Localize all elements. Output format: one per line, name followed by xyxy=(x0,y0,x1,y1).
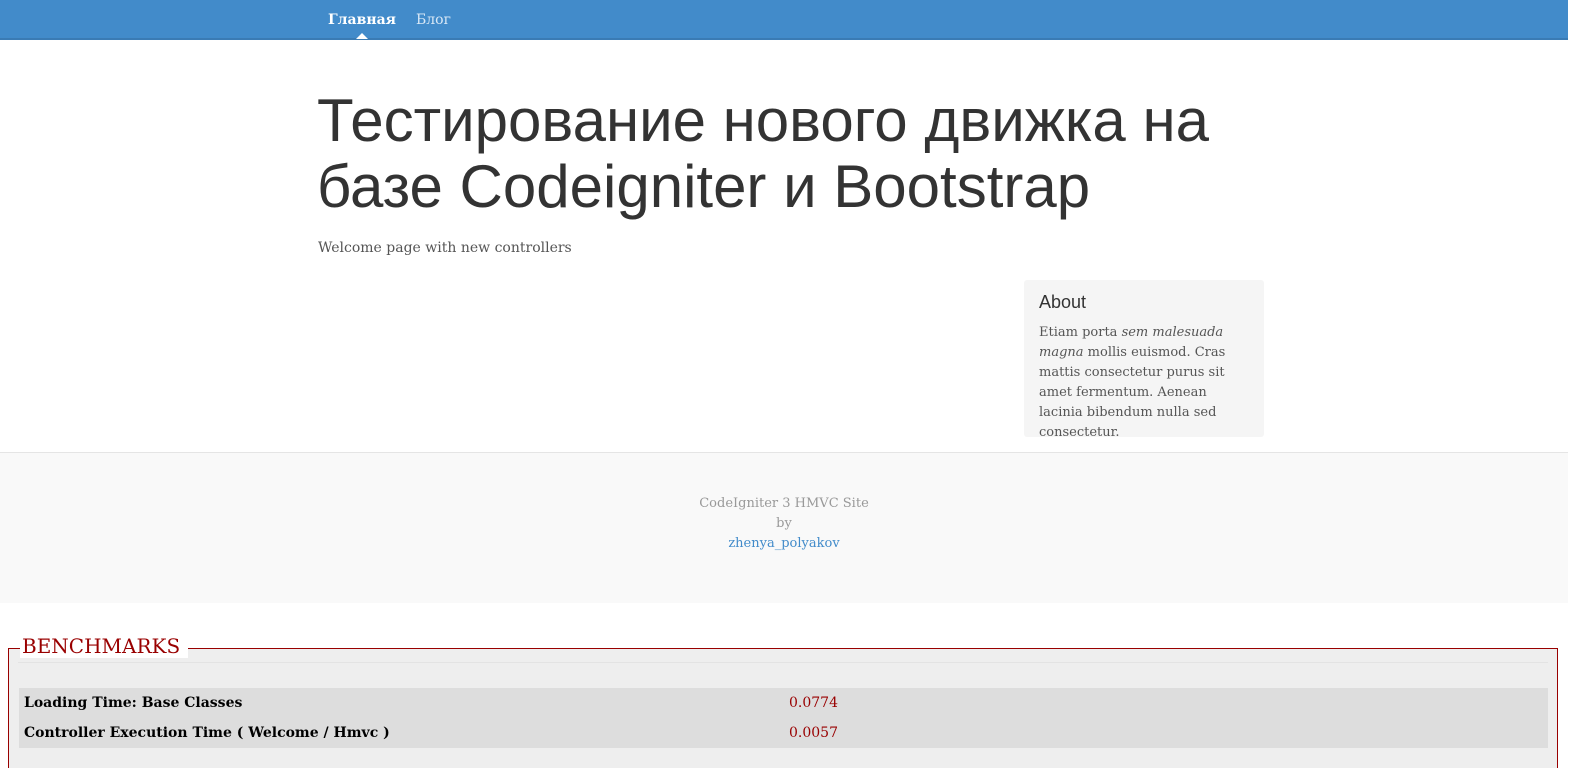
benchmark-label: Controller Execution Time ( Welcome / Hm… xyxy=(24,725,390,741)
table-row: Loading Time: Base Classes 0.0774 xyxy=(19,688,1548,718)
top-navbar: Главная Блог xyxy=(0,0,1568,40)
nav-item-home[interactable]: Главная xyxy=(318,0,406,39)
main-nav: Главная Блог xyxy=(318,0,461,39)
footer-author-link[interactable]: zhenya_polyakov xyxy=(728,536,839,551)
benchmarks-legend: BENCHMARKS xyxy=(20,634,189,658)
about-text-start: Etiam porta xyxy=(1039,325,1122,340)
page-title: Тестирование нового движка на базе Codei… xyxy=(317,87,1209,220)
table-row: Controller Execution Time ( Welcome / Hm… xyxy=(19,718,1548,748)
divider xyxy=(18,662,1548,663)
page-subtitle: Welcome page with new controllers xyxy=(318,240,572,256)
site-footer: CodeIgniter 3 HMVC Site by zhenya_polyak… xyxy=(0,452,1568,603)
nav-item-label: Главная xyxy=(328,12,396,28)
benchmark-value: 0.0057 xyxy=(789,725,838,741)
about-text: Etiam porta sem malesuada magna mollis e… xyxy=(1039,323,1249,443)
active-caret-icon xyxy=(356,33,368,39)
benchmark-value: 0.0774 xyxy=(789,695,838,711)
about-module: About Etiam porta sem malesuada magna mo… xyxy=(1024,280,1264,440)
footer-site-name: CodeIgniter 3 HMVC Site xyxy=(699,496,869,511)
nav-item-blog[interactable]: Блог xyxy=(406,0,461,38)
benchmarks-table: Loading Time: Base Classes 0.0774 Contro… xyxy=(19,688,1548,748)
benchmark-label: Loading Time: Base Classes xyxy=(24,695,243,711)
footer-content: CodeIgniter 3 HMVC Site by zhenya_polyak… xyxy=(0,494,1568,554)
about-title: About xyxy=(1039,292,1087,312)
nav-item-label: Блог xyxy=(416,12,451,28)
footer-by: by xyxy=(776,516,792,531)
